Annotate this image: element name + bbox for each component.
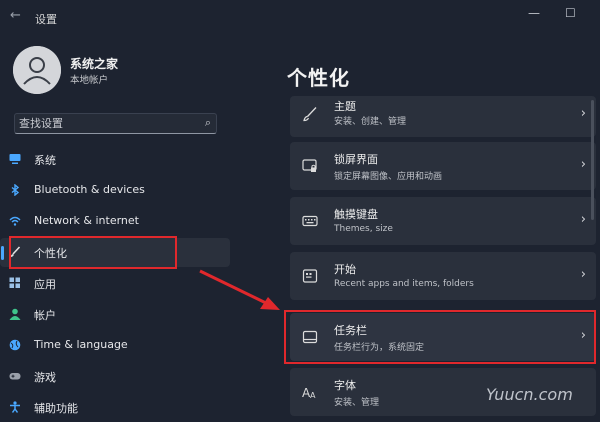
font-icon: A A	[302, 386, 316, 400]
card-title: 锁屏界面	[334, 153, 378, 166]
person-icon	[9, 308, 21, 320]
card-touch-keyboard[interactable]: 触摸键盘 Themes, size ›	[290, 197, 596, 245]
card-title: 开始	[334, 263, 356, 276]
card-start[interactable]: 开始 Recent apps and items, folders ›	[290, 252, 596, 300]
sidebar-item-time-language[interactable]: Time & language	[0, 331, 230, 360]
card-subtitle: Recent apps and items, folders	[334, 279, 474, 289]
card-themes[interactable]: 主题 安装、创建、管理 ›	[290, 96, 596, 137]
brush-icon	[303, 107, 317, 122]
wifi-icon	[9, 216, 21, 226]
card-lock-screen[interactable]: 锁屏界面 锁定屏幕图像、应用和动画 ›	[290, 142, 596, 190]
search-icon[interactable]: ⌕	[205, 116, 211, 130]
card-subtitle: Themes, size	[334, 224, 393, 234]
sidebar-item-accessibility[interactable]: 辅助功能	[0, 393, 230, 422]
back-arrow-icon[interactable]: ←	[10, 8, 21, 23]
scrollbar[interactable]	[591, 100, 594, 220]
accessibility-icon	[10, 401, 20, 413]
account-type: 本地帐户	[70, 75, 109, 86]
page-title: 个性化	[287, 66, 350, 90]
card-title: 主题	[334, 100, 356, 113]
user-name: 系统之家	[70, 57, 119, 71]
avatar[interactable]	[13, 46, 61, 94]
gamepad-icon	[9, 373, 21, 380]
lock-screen-icon	[302, 159, 317, 172]
sidebar-item-label: 系统	[34, 154, 56, 167]
monitor-icon	[9, 154, 21, 164]
selection-indicator	[1, 246, 4, 260]
maximize-icon[interactable]: ☐	[565, 6, 576, 20]
globe-icon	[9, 339, 21, 351]
highlight-box-personalization	[9, 236, 177, 269]
sidebar-item-label: 辅助功能	[34, 402, 78, 415]
sidebar-item-system[interactable]: 系统	[0, 145, 230, 174]
chevron-right-icon: ›	[580, 267, 586, 282]
card-title: 字体	[334, 379, 356, 392]
card-subtitle: 安装、创建、管理	[334, 117, 407, 127]
sidebar-item-label: 应用	[34, 278, 56, 291]
svg-text:A: A	[310, 391, 316, 400]
sidebar-item-bluetooth[interactable]: Bluetooth & devices	[0, 176, 230, 205]
start-icon	[302, 269, 318, 283]
chevron-right-icon: ›	[580, 106, 586, 121]
annotation-arrow-icon	[199, 269, 280, 310]
bluetooth-icon	[11, 184, 20, 196]
card-subtitle: 安装、管理	[334, 398, 380, 408]
search-box[interactable]: ⌕	[14, 113, 217, 134]
search-input[interactable]	[17, 115, 201, 132]
apps-icon	[9, 277, 20, 288]
watermark: Yuucn.com	[486, 385, 573, 404]
highlight-box-taskbar	[284, 310, 596, 364]
person-avatar-icon	[13, 46, 61, 94]
sidebar-item-gaming[interactable]: 游戏	[0, 362, 230, 391]
card-subtitle: 锁定屏幕图像、应用和动画	[334, 172, 443, 182]
window-title: 设置	[35, 13, 57, 26]
card-title: 触摸键盘	[334, 208, 378, 221]
sidebar-item-label: 帐户	[34, 309, 56, 322]
sidebar-item-network[interactable]: Network & internet	[0, 207, 230, 236]
chevron-right-icon: ›	[580, 157, 586, 172]
chevron-right-icon: ›	[580, 212, 586, 227]
sidebar-item-label: Bluetooth & devices	[34, 183, 145, 196]
sidebar-item-label: Time & language	[34, 338, 128, 351]
minimize-icon[interactable]: —	[528, 6, 540, 20]
title-bar: ← 设置 — ☐	[0, 0, 600, 36]
sidebar-item-label: 游戏	[34, 371, 56, 384]
keyboard-icon	[302, 215, 318, 227]
sidebar-item-label: Network & internet	[34, 214, 139, 227]
